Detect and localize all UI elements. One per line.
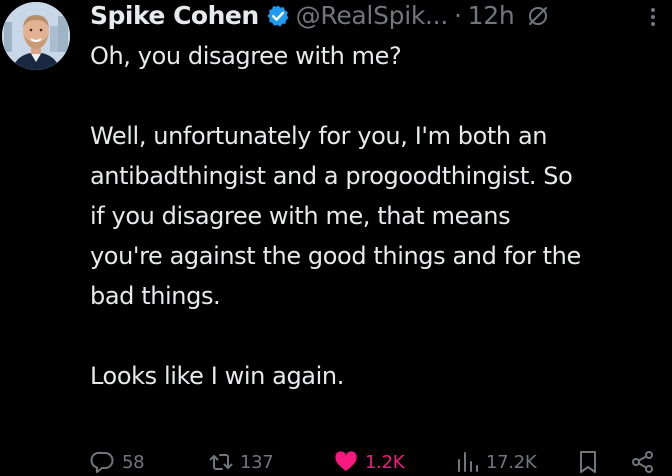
separator-dot: · bbox=[453, 1, 462, 30]
tweet-line: if you disagree with me, that means bbox=[90, 202, 511, 230]
avatar-image bbox=[2, 2, 70, 70]
views-count: 17.2K bbox=[486, 451, 537, 473]
bookmark-icon bbox=[580, 451, 596, 473]
tweet-line: bad things. bbox=[90, 282, 221, 310]
reply-button[interactable]: 58 bbox=[90, 448, 145, 476]
heart-icon bbox=[335, 451, 357, 471]
display-name[interactable]: Spike Cohen bbox=[90, 0, 259, 32]
share-icon bbox=[632, 451, 653, 473]
bookmark-button[interactable] bbox=[575, 448, 601, 476]
tweet-line: Oh, you disagree with me? bbox=[90, 42, 402, 70]
action-bar: 58 137 1.2K 17.2K bbox=[90, 448, 672, 476]
reply-count: 58 bbox=[122, 451, 145, 473]
verified-badge-icon[interactable] bbox=[266, 4, 290, 28]
views-icon bbox=[458, 452, 478, 472]
tweet-line: you're against the good things and for t… bbox=[90, 242, 581, 270]
share-button[interactable] bbox=[630, 448, 656, 476]
tweet[interactable]: Spike Cohen @RealSpik... · 12h Oh, you d… bbox=[0, 0, 672, 476]
avatar[interactable] bbox=[2, 2, 70, 70]
tweet-line: antibadthingist and a progoodthingist. S… bbox=[90, 162, 573, 190]
tweet-line: Well, unfortunately for you, I'm both an bbox=[90, 122, 548, 150]
tweet-line: Looks like I win again. bbox=[90, 362, 344, 390]
tweet-text: Oh, you disagree with me? Well, unfortun… bbox=[90, 36, 672, 396]
repost-count: 137 bbox=[240, 451, 274, 473]
repost-button[interactable]: 137 bbox=[208, 448, 274, 476]
like-button[interactable]: 1.2K bbox=[333, 448, 405, 476]
reply-icon bbox=[90, 451, 114, 473]
more-icon[interactable] bbox=[645, 6, 661, 28]
like-count: 1.2K bbox=[365, 451, 405, 473]
repost-icon bbox=[209, 454, 233, 470]
views-button[interactable]: 17.2K bbox=[454, 448, 537, 476]
user-handle[interactable]: @RealSpik... bbox=[296, 0, 449, 32]
tweet-header: Spike Cohen @RealSpik... · 12h bbox=[90, 0, 550, 32]
grok-icon[interactable] bbox=[526, 4, 550, 28]
timestamp[interactable]: 12h bbox=[468, 0, 515, 32]
